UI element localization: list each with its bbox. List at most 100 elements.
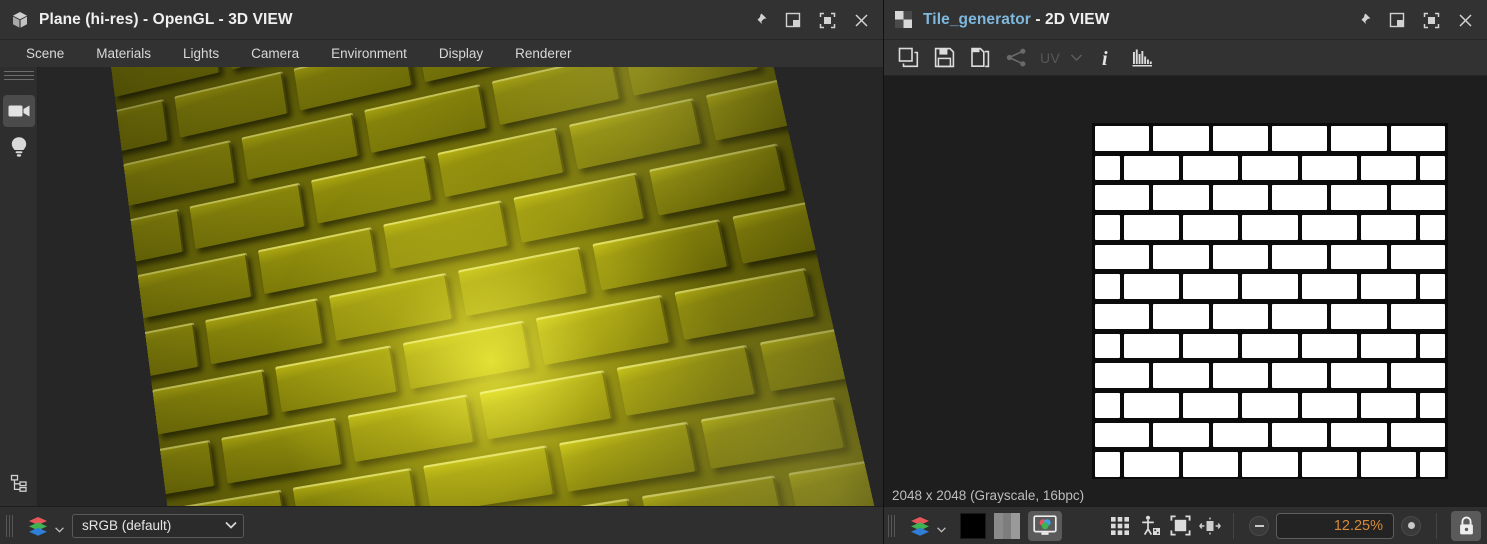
tile-brick [1094,333,1120,359]
chevron-down-icon [223,517,239,535]
tile-brick [1212,304,1268,329]
brick-3d [818,239,883,314]
scene-tree-icon[interactable] [3,467,35,499]
viewport-3d[interactable] [0,67,883,506]
canvas-2d-view[interactable] [884,76,1487,484]
histogram-icon[interactable] [1126,43,1158,73]
page-title-2d: Tile_generator - 2D VIEW [923,11,1110,28]
tile-brick [1183,393,1239,418]
pin-icon[interactable] [749,10,769,30]
camera-icon[interactable] [3,95,35,127]
dock-icon[interactable] [783,10,803,30]
panel-2d-view: Tile_generator - 2D VIEW UV i 2048 x 204… [884,0,1487,544]
checker-icon [894,10,914,30]
cms-drag-handle[interactable] [6,514,17,537]
tile-brick [1331,244,1387,270]
tile-brick [1242,274,1298,299]
viewport-3d-canvas[interactable] [0,67,883,506]
uv-dropdown-label: UV [1040,49,1061,66]
fit-to-view-icon[interactable] [1165,512,1195,540]
save-icon[interactable] [928,43,960,73]
dock-icon[interactable] [1387,10,1407,30]
tile-row [1092,301,1448,331]
tile-brick [1420,333,1446,359]
zoom-out-button[interactable] [1249,515,1269,536]
tiling-icon[interactable] [1195,512,1225,540]
tile-brick [1094,363,1150,388]
pin-icon[interactable] [1353,10,1373,30]
tile-row [1092,182,1448,212]
tile-row [1092,123,1448,153]
menu-item-display[interactable]: Display [423,43,499,64]
color-stack-icon[interactable] [909,514,935,538]
menu-item-renderer[interactable]: Renderer [499,43,587,64]
render-stage [38,67,883,506]
grid-icon[interactable] [1105,512,1135,540]
tile-brick [1123,274,1179,299]
uv-dropdown: UV [1036,43,1062,73]
tile-brick [1094,304,1150,329]
tile-brick [1123,333,1179,359]
tile-brick [1212,185,1268,210]
zoom-in-button[interactable] [1401,515,1421,536]
tile-brick [1094,215,1120,240]
info-icon[interactable]: i [1090,43,1122,73]
light-bulb-icon[interactable] [3,131,35,163]
tile-brick [1420,393,1446,418]
menu-item-scene[interactable]: Scene [10,43,80,64]
menu-item-materials[interactable]: Materials [80,43,167,64]
menu-item-camera[interactable]: Camera [235,43,315,64]
tile-preview-image[interactable] [1092,123,1448,479]
chevron-down-icon[interactable] [937,520,946,538]
bottom-toolbar-2d: 12.25% [884,506,1487,544]
menu-item-lights[interactable]: Lights [167,43,235,64]
brick-3d [848,370,883,445]
duplicate-icon[interactable] [892,43,924,73]
colorspace-select[interactable]: sRGB (default) [72,513,244,538]
lock-icon[interactable] [1451,510,1481,541]
tile-brick [1123,393,1179,418]
maximize-icon[interactable] [817,10,837,30]
chevron-down-icon[interactable] [55,520,64,538]
zoom-input[interactable]: 12.25% [1276,512,1394,539]
menu-item-environment[interactable]: Environment [315,43,423,64]
human-scale-icon[interactable] [1135,512,1165,540]
tile-brick [1272,363,1328,388]
close-icon[interactable] [851,10,871,30]
menubar-3d-view: Scene Materials Lights Camera Environmen… [0,40,883,67]
tile-brick [1094,422,1150,448]
foreground-color-swatch[interactable] [960,512,986,539]
monitor-rgb-icon[interactable] [1028,510,1062,541]
chevron-down-icon [1066,43,1086,73]
tile-brick [1420,452,1446,477]
tile-brick [1420,274,1446,299]
tile-brick [1361,333,1417,359]
tile-brick [1272,126,1328,151]
color-stack-icon[interactable] [27,514,53,538]
tile-brick [1301,155,1357,181]
color-management-bar: sRGB (default) [0,506,883,544]
svg-text:i: i [1102,48,1108,69]
copy-icon[interactable] [964,43,996,73]
tile-brick [1361,215,1417,240]
tile-brick [1183,452,1239,477]
close-icon[interactable] [1455,10,1475,30]
bottombar-divider [1233,512,1234,539]
titlebar-2d-view: Tile_generator - 2D VIEW [884,0,1487,40]
brick-3d [790,112,883,187]
brick-plane-mesh [108,67,883,506]
maximize-icon[interactable] [1421,10,1441,30]
bottombar-drag-handle[interactable] [888,514,899,537]
toolstrip-drag-handle[interactable] [4,71,34,80]
tile-brick [1331,126,1387,151]
tile-brick [1123,215,1179,240]
colorspace-value: sRGB (default) [82,518,172,533]
tile-brick [1390,304,1446,329]
tile-brick [1272,185,1328,210]
brick-3d [108,321,200,387]
tile-brick [1094,185,1150,210]
tile-brick [1331,304,1387,329]
grayscale-ramp-swatch[interactable] [994,512,1021,539]
share-graph-icon [1000,43,1032,73]
tile-row [1092,390,1448,420]
